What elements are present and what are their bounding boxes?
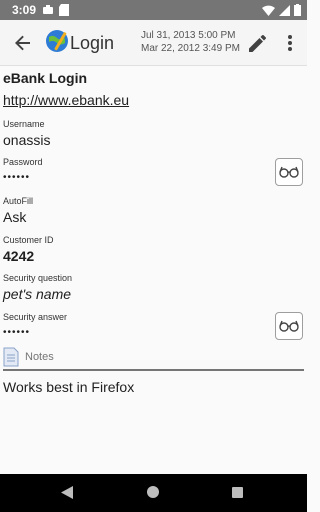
security-question-label: Security question xyxy=(3,273,73,283)
customer-id-label: Customer ID xyxy=(3,235,54,245)
sd-card-icon xyxy=(59,4,69,16)
password-label: Password xyxy=(3,157,43,167)
notes-divider xyxy=(3,369,304,371)
glasses-icon xyxy=(279,320,299,332)
arrow-back-icon xyxy=(15,35,30,51)
nav-back-icon[interactable] xyxy=(61,486,73,499)
created-date: Mar 22, 2012 3:49 PM xyxy=(141,43,240,54)
notes-label: Notes xyxy=(25,351,54,363)
notification-icons xyxy=(42,4,69,16)
reveal-answer-button[interactable] xyxy=(275,312,303,340)
battery-icon xyxy=(294,4,301,16)
username-value: onassis xyxy=(3,132,51,148)
customer-id-value: 4242 xyxy=(3,248,35,264)
more-vert-icon xyxy=(288,35,292,51)
nav-home-icon[interactable] xyxy=(147,486,159,498)
autofill-value: Ask xyxy=(3,209,27,225)
back-button[interactable] xyxy=(10,30,36,56)
status-bar: 3:09 xyxy=(0,0,307,20)
pencil-icon xyxy=(249,35,266,52)
navigation-bar xyxy=(0,474,307,512)
notes-text: Works best in Firefox xyxy=(3,379,135,395)
document-icon xyxy=(3,347,19,367)
username-label: Username xyxy=(3,119,45,129)
status-time: 3:09 xyxy=(12,3,37,17)
security-answer-value: •••••• xyxy=(3,327,31,338)
toolbar: Login Jul 31, 2013 5:00 PM Mar 22, 2012 … xyxy=(0,20,307,66)
glasses-icon xyxy=(279,166,299,178)
nav-recents-icon[interactable] xyxy=(232,487,243,498)
modified-date: Jul 31, 2013 5:00 PM xyxy=(141,30,236,41)
edit-button[interactable] xyxy=(244,30,270,56)
notes-header: Notes xyxy=(3,347,54,367)
hotspot-icon xyxy=(43,5,53,14)
more-options-button[interactable] xyxy=(280,30,300,56)
autofill-label: AutoFill xyxy=(3,196,34,206)
app-logo-icon xyxy=(46,30,68,52)
security-answer-label: Security answer xyxy=(3,312,68,322)
wifi-icon xyxy=(262,5,275,16)
signal-icon xyxy=(279,4,290,16)
record-dates: Jul 31, 2013 5:00 PM Mar 22, 2012 3:49 P… xyxy=(141,29,240,55)
reveal-password-button[interactable] xyxy=(275,158,303,186)
password-value: •••••• xyxy=(3,172,31,183)
page-title: Login xyxy=(70,33,115,53)
system-icons xyxy=(262,4,301,16)
security-question-value: pet's name xyxy=(3,286,72,302)
record-url-link[interactable]: http://www.ebank.eu xyxy=(3,92,129,108)
record-name: eBank Login xyxy=(3,70,88,86)
